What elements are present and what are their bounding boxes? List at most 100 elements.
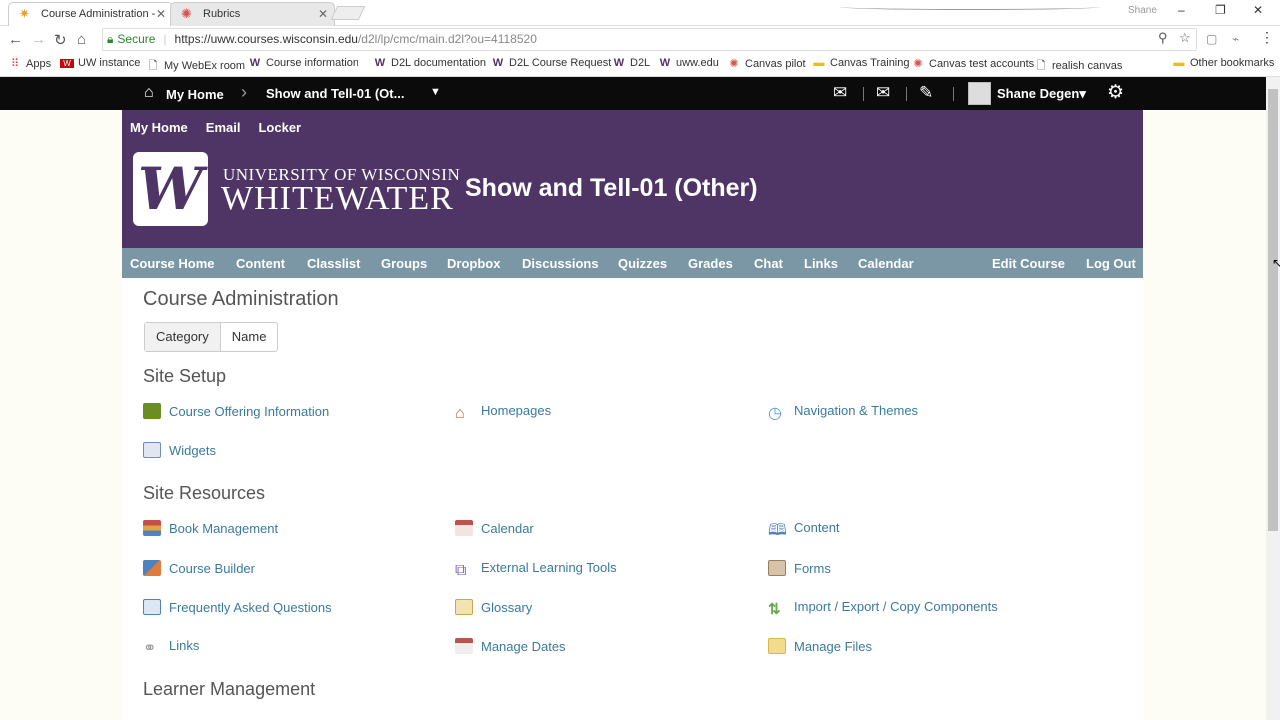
- bookmark-d2l-course-request[interactable]: W D2L Course Request: [491, 57, 612, 69]
- tool-manage-files[interactable]: Manage Files: [768, 638, 872, 654]
- bookmark-d2l[interactable]: W D2L: [612, 57, 650, 69]
- tool-book-management[interactable]: Book Management: [143, 520, 278, 536]
- nav-classlist[interactable]: Classlist: [307, 256, 360, 271]
- nav-course-home[interactable]: Course Home: [130, 256, 215, 271]
- tool-course-builder[interactable]: Course Builder: [143, 560, 255, 576]
- close-tab-icon[interactable]: ✕: [318, 3, 328, 25]
- minimize-icon[interactable]: –: [1178, 3, 1185, 17]
- open-book-icon: 🕮︎: [768, 522, 787, 539]
- tool-calendar[interactable]: Calendar: [455, 520, 534, 536]
- bookmark-uw-instance[interactable]: W UW instance: [60, 57, 140, 69]
- chevron-down-icon[interactable]: ▼: [430, 86, 441, 98]
- address-bar[interactable]: 🔒︎ Secure | https://uww.courses.wisconsin.e…: [102, 28, 1197, 51]
- bookmark-other[interactable]: ▬ Other bookmarks: [1172, 57, 1275, 69]
- bookmark-canvas-test-accounts[interactable]: ✺ Canvas test accounts: [911, 57, 1034, 70]
- page-icon: 🗋︎: [148, 60, 158, 72]
- builder-icon: [143, 560, 161, 576]
- tool-external-learning-tools[interactable]: ⧉ External Learning Tools: [455, 560, 617, 579]
- home-icon[interactable]: ⌂: [77, 31, 86, 48]
- course-selector[interactable]: Show and Tell-01 (Ot...: [266, 86, 404, 101]
- nav-edit-course[interactable]: Edit Course: [992, 256, 1065, 271]
- main-content: Course Administration Category Name Site…: [122, 278, 1143, 720]
- mail-icon[interactable]: ✉: [833, 83, 847, 103]
- canvas-icon: ✺: [913, 58, 923, 70]
- nav-quizzes[interactable]: Quizzes: [618, 256, 667, 271]
- gear-icon[interactable]: ⚙: [1107, 81, 1124, 104]
- nav-discussions[interactable]: Discussions: [522, 256, 599, 271]
- folder-icon: [768, 638, 786, 654]
- bookmark-d2l-documentation[interactable]: W D2L documentation: [373, 57, 486, 69]
- user-menu[interactable]: Shane Degen▾: [997, 86, 1086, 102]
- close-window-icon[interactable]: ✕: [1253, 3, 1263, 17]
- close-tab-icon[interactable]: ✕: [156, 3, 166, 25]
- reload-icon[interactable]: ↻: [54, 31, 67, 49]
- tool-glossary[interactable]: Glossary: [455, 599, 532, 615]
- browser-tab-course-admin[interactable]: ✷ Course Administration - ✕: [8, 2, 173, 26]
- tool-forms[interactable]: Forms: [768, 560, 831, 576]
- mini-link-email[interactable]: Email: [206, 120, 241, 135]
- window-profile-name[interactable]: Shane: [1128, 5, 1157, 16]
- tool-links[interactable]: ⚭ Links: [143, 638, 199, 657]
- bookmark-apps[interactable]: ⠿ Apps: [8, 57, 51, 70]
- folder-icon: ▬: [813, 57, 825, 69]
- tool-navigation-themes[interactable]: ◷ Navigation & Themes: [768, 403, 918, 422]
- browser-tab-title: Course Administration -: [41, 8, 156, 20]
- d2l-favicon-icon: ✷: [19, 6, 30, 21]
- mini-link-locker[interactable]: Locker: [258, 120, 301, 135]
- tool-faq[interactable]: Frequently Asked Questions: [143, 599, 332, 615]
- extension-icon[interactable]: ▢: [1206, 32, 1217, 46]
- menu-icon[interactable]: ⋮: [1260, 29, 1274, 46]
- tool-course-offering-info[interactable]: Course Offering Information: [143, 403, 329, 419]
- uw-icon: W: [60, 59, 74, 68]
- calendar-gear-icon: [455, 638, 473, 654]
- my-home-link[interactable]: My Home: [166, 87, 224, 102]
- extension-icon-2[interactable]: ⌁: [1232, 32, 1239, 46]
- bookmark-star-icon[interactable]: ☆: [1179, 30, 1191, 46]
- home-icon[interactable]: ⌂: [144, 84, 154, 102]
- restore-icon[interactable]: ❐: [1215, 3, 1226, 17]
- back-arrow-icon[interactable]: ←: [8, 31, 23, 48]
- view-toggle: Category Name: [144, 322, 279, 352]
- view-category-button[interactable]: Category: [145, 323, 221, 351]
- nav-groups[interactable]: Groups: [381, 256, 427, 271]
- new-tab-button[interactable]: [330, 6, 366, 20]
- bookmark-canvas-pilot[interactable]: ✺ Canvas pilot: [727, 57, 805, 70]
- discussion-alerts-icon[interactable]: ✎: [919, 83, 933, 103]
- bookmark-canvas-training[interactable]: ▬ Canvas Training: [812, 57, 910, 69]
- bookmark-uww-edu[interactable]: Wuww.edu: [658, 57, 719, 69]
- bookmark-webex[interactable]: 🗋︎ My WebEx room: [146, 57, 246, 76]
- bookmark-realish-canvas[interactable]: 🗋︎ realish canvas: [1034, 57, 1123, 76]
- avatar[interactable]: [968, 82, 991, 105]
- nav-grades[interactable]: Grades: [688, 256, 733, 271]
- notifications-icon[interactable]: ✉: [876, 83, 890, 103]
- nav-content[interactable]: Content: [236, 256, 285, 271]
- browser-toolbar: ← → ↻ ⌂ 🔒︎ Secure | https://uww.courses.wis…: [0, 26, 1280, 53]
- nav-links[interactable]: Links: [804, 256, 838, 271]
- page-scrollbar[interactable]: [1266, 77, 1280, 720]
- tool-widgets[interactable]: Widgets: [143, 442, 216, 458]
- scrollbar-thumb[interactable]: [1268, 89, 1278, 531]
- tool-manage-dates[interactable]: Manage Dates: [455, 638, 566, 654]
- page-icon: 🗋︎: [1036, 60, 1046, 72]
- mini-links: My Home Email Locker: [130, 120, 319, 135]
- tool-import-export-copy[interactable]: ⇅ Import / Export / Copy Components: [768, 599, 998, 618]
- profile-area: [840, 4, 1100, 10]
- nav-dropbox[interactable]: Dropbox: [447, 256, 500, 271]
- nav-calendar[interactable]: Calendar: [858, 256, 914, 271]
- tool-content[interactable]: 🕮︎ Content: [768, 520, 840, 539]
- mini-link-my-home[interactable]: My Home: [130, 120, 188, 135]
- forward-arrow-icon[interactable]: →: [31, 31, 46, 48]
- tool-homepages[interactable]: ⌂ Homepages: [455, 403, 551, 422]
- url-host: https://uww.courses.wisconsin.edu: [174, 32, 358, 46]
- bookmark-course-info[interactable]: WCourse information l...: [248, 57, 358, 69]
- chain-link-icon: ⚭: [143, 640, 157, 657]
- external-link-icon: ⧉: [455, 562, 467, 579]
- view-name-button[interactable]: Name: [221, 323, 278, 351]
- chevron-right-icon: ›: [241, 82, 247, 102]
- browser-tab-rubrics[interactable]: ✺ Rubrics ✕: [170, 2, 335, 26]
- university-name-line2: WHITEWATER: [221, 180, 454, 217]
- nav-chat[interactable]: Chat: [754, 256, 783, 271]
- url-path: /d2l/lp/cmc/main.d2l?ou=4118520: [357, 32, 537, 46]
- zoom-icon[interactable]: ⚲: [1158, 30, 1168, 46]
- nav-log-out[interactable]: Log Out: [1086, 256, 1136, 271]
